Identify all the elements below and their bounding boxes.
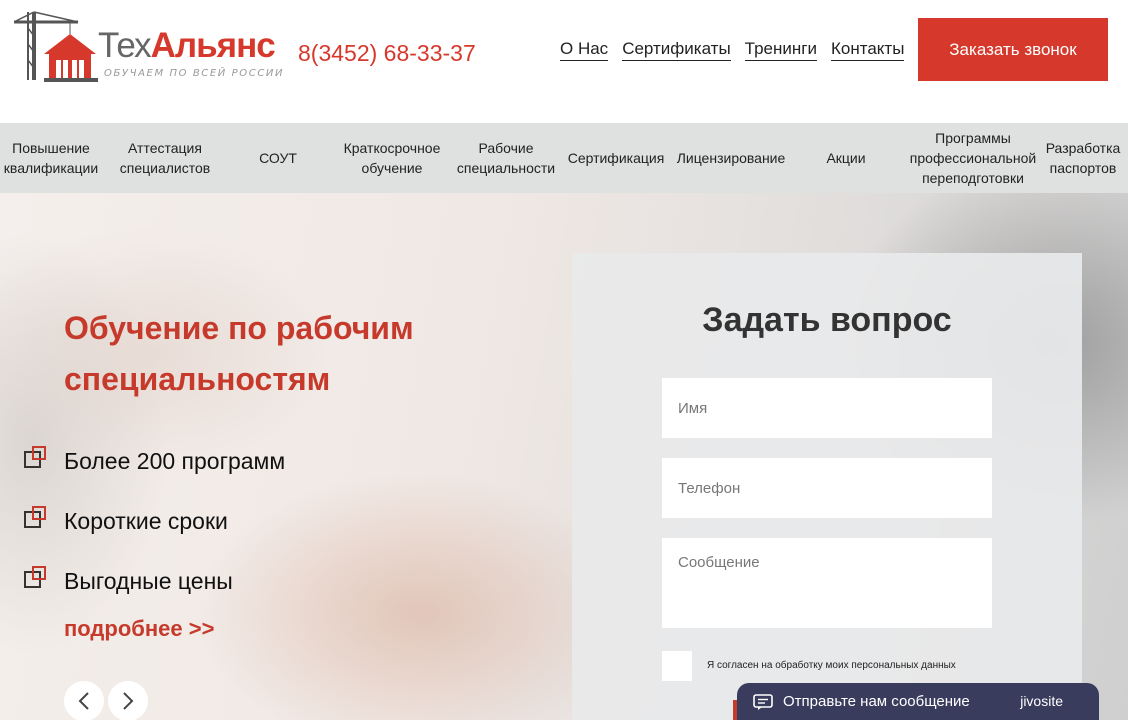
nav-link-certificates[interactable]: Сертификаты [622,39,731,61]
header: ТехАльянс ОБУЧАЕМ ПО ВСЕЙ РОССИИ 8(3452)… [0,0,1128,123]
phone-number[interactable]: 8(3452) 68-33-37 [298,40,476,67]
question-form: Задать вопрос Я согласен на обработку мо… [572,253,1082,720]
top-nav: О Нас Сертификаты Тренинги Контакты [560,39,905,61]
chat-widget-brand: jivosite [1020,693,1063,709]
name-input[interactable] [662,378,992,438]
consent-label: Я согласен на обработку моих персональны… [707,660,956,671]
chat-bubble-icon [753,693,773,710]
logo-wordmark: ТехАльянс [98,26,276,65]
form-title: Задать вопрос [702,301,952,339]
logo-part1: Тех [98,26,152,65]
slider-next-button[interactable] [108,681,148,720]
more-link[interactable]: подробнее >> [64,616,214,642]
message-textarea[interactable] [662,538,992,628]
menu-item-short-term-training[interactable]: Краткосрочное обучение [328,123,456,193]
hero-slider: Обучение по рабочим специальностям Более… [0,193,1128,720]
feature-label: Короткие сроки [64,507,228,534]
feature-label: Выгодные цены [64,567,233,594]
chat-widget-text: Отправьте нам сообщение [783,693,970,710]
squares-icon [24,566,46,588]
menu-item-passport-development[interactable]: Разработка паспортов [1040,123,1126,193]
hero-title: Обучение по рабочим специальностям [64,310,414,397]
phone-input[interactable] [662,458,992,518]
menu-item-certification[interactable]: Сертификация [556,123,676,193]
logo-crane-house-icon [14,11,98,82]
menu-item-working-professions[interactable]: Рабочие специальности [456,123,556,193]
squares-icon [24,506,46,528]
main-menu: Повышение квалификации Аттестация специа… [0,123,1128,193]
logo-tagline: ОБУЧАЕМ ПО ВСЕЙ РОССИИ [104,68,285,79]
feature-label: Более 200 программ [64,447,286,474]
logo[interactable]: ТехАльянс ОБУЧАЕМ ПО ВСЕЙ РОССИИ [14,8,296,84]
menu-item-sout[interactable]: СОУТ [228,123,328,193]
feature-list: Более 200 программ Короткие сроки Выгодн… [24,431,285,611]
logo-part2: Альянс [150,26,276,65]
menu-item-retraining-programs[interactable]: Программы профессиональной переподготовк… [906,123,1040,193]
nav-link-trainings[interactable]: Тренинги [744,39,817,61]
menu-item-promotions[interactable]: Акции [786,123,906,193]
feature-item: Выгодные цены [24,551,285,611]
consent-checkbox[interactable] [662,651,692,681]
chevron-right-icon [123,692,134,710]
feature-item: Более 200 программ [24,431,285,491]
menu-item-licensing[interactable]: Лицензирование [676,123,786,193]
menu-item-certification-specialists[interactable]: Аттестация специалистов [102,123,228,193]
menu-item-advanced-training[interactable]: Повышение квалификации [0,123,102,193]
chat-widget[interactable]: Отправьте нам сообщение jivosite [737,683,1099,720]
feature-item: Короткие сроки [24,491,285,551]
order-call-button[interactable]: Заказать звонок [918,18,1108,81]
slider-prev-button[interactable] [64,681,104,720]
nav-link-contacts[interactable]: Контакты [830,39,905,61]
nav-link-about[interactable]: О Нас [560,39,609,61]
chevron-left-icon [78,692,89,710]
squares-icon [24,446,46,468]
